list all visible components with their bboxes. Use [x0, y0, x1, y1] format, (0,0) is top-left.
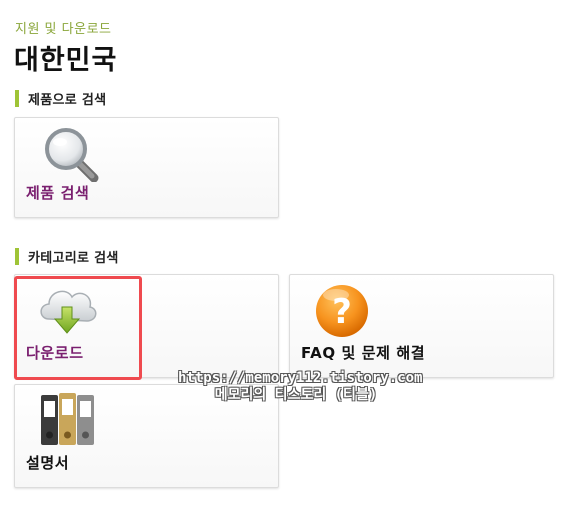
download-label: 다운로드 — [26, 344, 84, 362]
magnifier-icon — [45, 128, 99, 182]
page-title: 대한민국 — [14, 45, 118, 76]
section-accent-bar — [15, 89, 19, 107]
download-card[interactable]: 다운로드 — [14, 274, 279, 378]
section-header-product-search: 제품으로 검색 — [15, 89, 107, 108]
manual-label: 설명서 — [26, 454, 70, 472]
watermark: https://memory112.tistory.com 메모리의 티스토리 … — [178, 370, 423, 404]
section-header-category-search: 카테고리로 검색 — [15, 247, 119, 266]
svg-text:?: ? — [332, 292, 352, 332]
question-icon: ? — [316, 285, 368, 337]
faq-card[interactable]: ? FAQ 및 문제 해결 — [289, 274, 554, 378]
watermark-caption: 메모리의 티스토리 (티블) — [214, 387, 378, 403]
product-search-card[interactable]: 제품 검색 — [14, 117, 279, 218]
faq-label: FAQ 및 문제 해결 — [301, 344, 426, 362]
cloud-download-icon — [40, 290, 97, 334]
section-accent-bar — [15, 247, 19, 265]
breadcrumb[interactable]: 지원 및 다운로드 — [15, 18, 112, 37]
section-label: 제품으로 검색 — [28, 92, 107, 108]
section-label: 카테고리로 검색 — [28, 250, 119, 266]
watermark-url: https://memory112.tistory.com — [178, 370, 423, 386]
binders-icon — [41, 393, 94, 445]
product-search-label: 제품 검색 — [26, 184, 90, 202]
